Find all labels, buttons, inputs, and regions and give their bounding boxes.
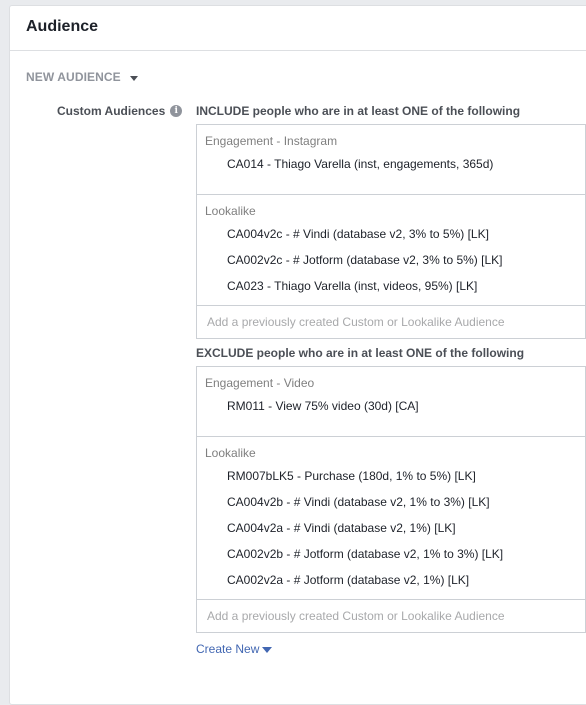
create-new-label: Create New [196,642,260,656]
audience-item[interactable]: RM011 - View 75% video (30d) [CA] [205,393,585,419]
audience-item[interactable]: CA004v2c - # Vindi (database v2, 3% to 5… [205,221,585,247]
group-title: Engagement - Instagram [205,134,338,148]
audience-item[interactable]: RM007bLK5 - Purchase (180d, 1% to 5%) [L… [205,463,585,489]
audience-item[interactable]: CA023 - Thiago Varella (inst, videos, 95… [205,273,585,299]
audience-item[interactable]: CA002v2a - # Jotform (database v2, 1%) [… [205,567,585,593]
create-new-button[interactable]: Create New [196,642,273,656]
audience-item[interactable]: CA014 - Thiago Varella (inst, engagement… [205,151,585,177]
exclude-group-engagement: Engagement - Video RM011 - View 75% vide… [197,367,585,437]
info-icon[interactable]: i [170,105,183,117]
group-title: Lookalike [205,446,256,460]
exclude-group-lookalike: Lookalike RM007bLK5 - Purchase (180d, 1%… [197,437,585,600]
new-audience-label: NEW AUDIENCE [26,70,121,84]
exclude-audience-input[interactable] [197,600,585,632]
include-group-engagement: Engagement - Instagram CA014 - Thiago Va… [197,125,585,195]
audience-item[interactable]: CA002v2c - # Jotform (database v2, 3% to… [205,247,585,273]
audience-item[interactable]: CA004v2b - # Vindi (database v2, 1% to 3… [205,489,585,515]
audience-item[interactable]: CA002v2b - # Jotform (database v2, 1% to… [205,541,585,567]
audience-panel: Audience NEW AUDIENCE Custom Audiences i… [9,5,586,705]
panel-title: Audience [10,6,586,51]
include-audience-input[interactable] [197,306,585,338]
custom-audiences-label-text: Custom Audiences [57,104,166,118]
audience-item[interactable]: CA004v2a - # Vindi (database v2, 1%) [LK… [205,515,585,541]
group-title: Lookalike [205,204,256,218]
caret-down-icon [262,646,273,653]
include-group-lookalike: Lookalike CA004v2c - # Vindi (database v… [197,195,585,306]
new-audience-dropdown[interactable]: NEW AUDIENCE [26,70,138,84]
include-box: Engagement - Instagram CA014 - Thiago Va… [196,124,586,339]
exclude-title: EXCLUDE people who are in at least ONE o… [196,346,525,360]
group-title: Engagement - Video [205,376,315,390]
caret-down-icon [129,75,138,81]
include-title: INCLUDE people who are in at least ONE o… [196,104,521,118]
custom-audiences-label: Custom Audiences i [57,104,183,118]
exclude-box: Engagement - Video RM011 - View 75% vide… [196,366,586,633]
